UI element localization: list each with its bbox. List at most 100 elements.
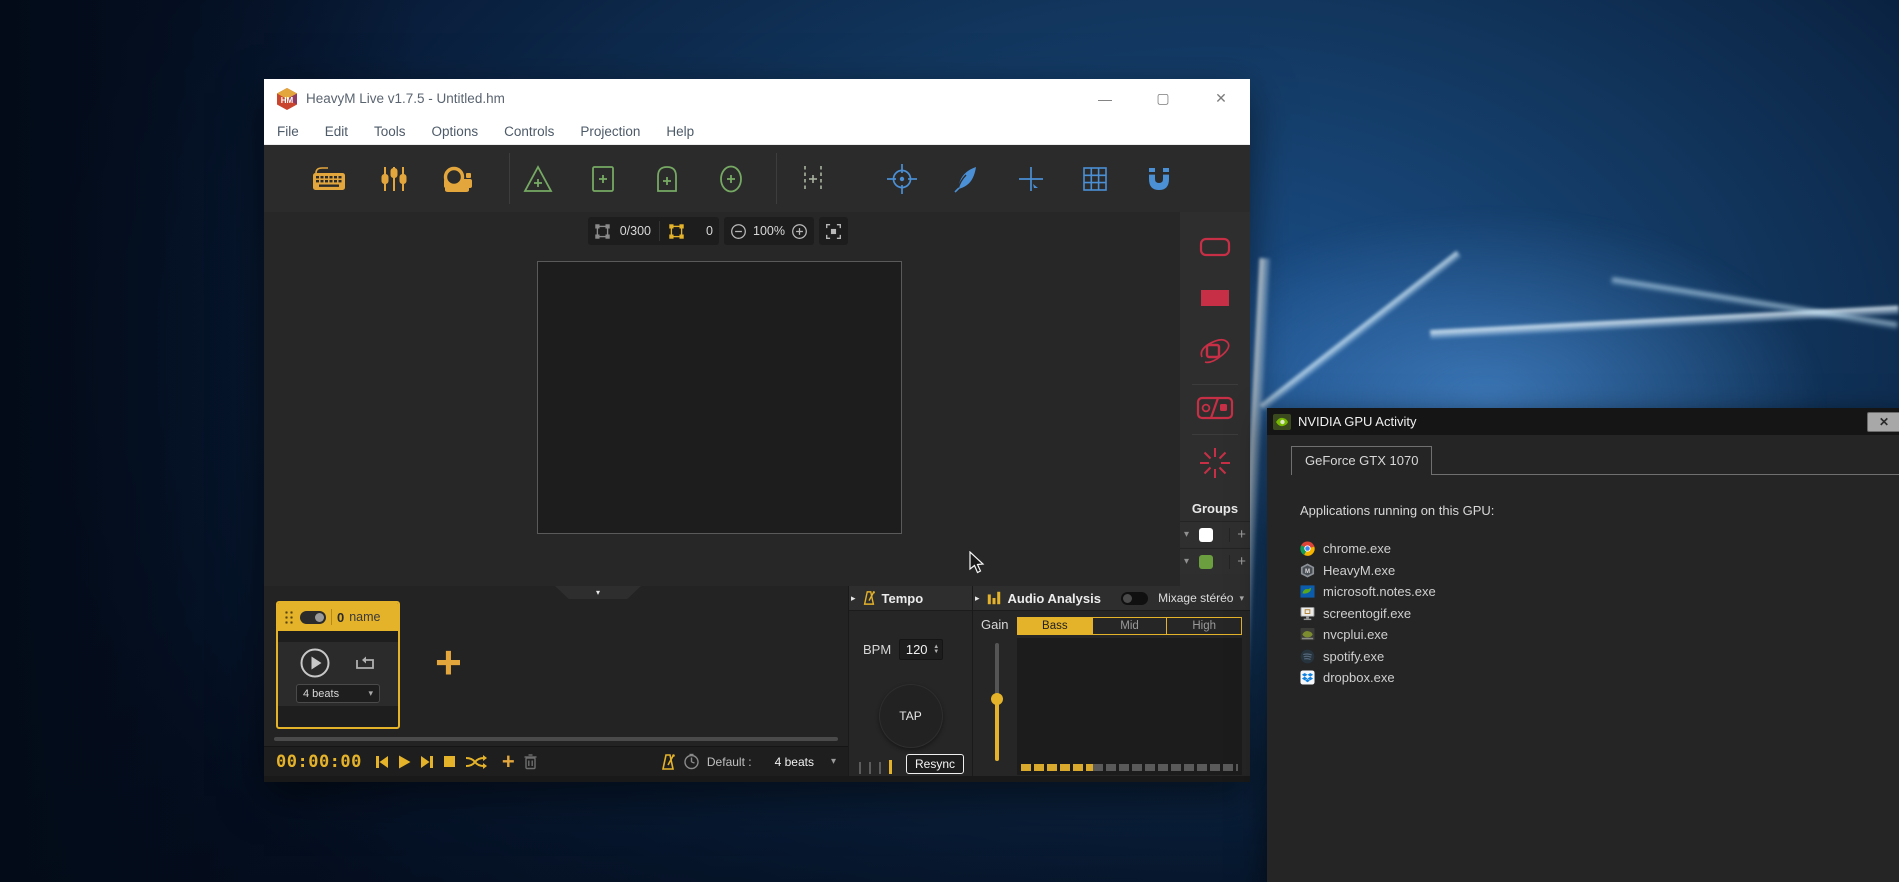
chevron-down-icon: ▾ (596, 588, 600, 597)
default-duration-value[interactable]: 4 beats (775, 755, 814, 769)
drag-handle-icon[interactable] (284, 610, 295, 625)
maximize-button[interactable]: ▢ (1134, 79, 1192, 118)
sequence-card[interactable]: 0 name (276, 601, 400, 729)
app-name: dropbox.exe (1323, 670, 1395, 685)
effects-tool-button[interactable] (1197, 445, 1233, 486)
group-color-swatch[interactable] (1199, 555, 1213, 569)
window-title: HeavyM Live v1.7.5 - Untitled.hm (306, 91, 1076, 106)
toolbar-separator (776, 153, 777, 204)
spectrum-display (1017, 638, 1242, 775)
grid-icon[interactable] (1079, 163, 1111, 195)
magnet-snap-icon[interactable] (1144, 164, 1174, 194)
collapse-panel-icon[interactable]: ▸ (975, 593, 980, 604)
menu-projection[interactable]: Projection (580, 124, 640, 139)
desktop: HM HeavyM Live v1.7.5 - Untitled.hm — ▢ … (0, 0, 1899, 882)
tap-label: TAP (899, 709, 921, 723)
add-ellipse-face-icon[interactable] (714, 162, 748, 196)
heavym-titlebar[interactable]: HM HeavyM Live v1.7.5 - Untitled.hm — ▢ … (264, 79, 1250, 118)
app-name: nvcplui.exe (1323, 627, 1388, 642)
chevron-down-icon[interactable]: ▾ (831, 756, 836, 767)
audio-source-select[interactable]: Mixage stéréo ▾ (1158, 591, 1244, 605)
menu-options[interactable]: Options (432, 124, 479, 139)
skip-forward-button[interactable] (419, 755, 435, 769)
sequence-toggle[interactable] (300, 611, 326, 624)
chevron-down-icon[interactable]: ▾ (1184, 556, 1198, 567)
close-button[interactable]: ✕ (1192, 79, 1250, 118)
audio-source-value: Mixage stéréo (1158, 591, 1233, 605)
trash-icon[interactable] (523, 753, 538, 770)
add-arch-face-icon[interactable] (650, 162, 684, 196)
zoom-in-icon[interactable] (791, 223, 808, 240)
chevron-down-icon[interactable]: ▾ (1184, 529, 1198, 540)
list-item: chrome.exe (1300, 538, 1436, 560)
stop-button[interactable] (443, 755, 456, 768)
mouse-cursor (969, 551, 986, 575)
group-row-green[interactable]: ▾ + (1180, 548, 1250, 574)
tab-bass[interactable]: Bass (1018, 618, 1093, 634)
group-row-white[interactable]: ▾ + (1180, 521, 1250, 547)
freehand-draw-icon[interactable] (950, 163, 982, 195)
fit-view-icon[interactable] (825, 223, 842, 240)
sequence-beats-select[interactable]: 4 beats ▾ (296, 684, 380, 703)
group-color-swatch[interactable] (1199, 528, 1213, 542)
audio-analysis-toggle[interactable] (1121, 592, 1148, 605)
app-name: spotify.exe (1323, 649, 1384, 664)
add-triangle-face-icon[interactable] (521, 162, 555, 196)
fill-tool-button[interactable] (1197, 286, 1233, 315)
add-sequence-transport-button[interactable]: + (502, 752, 515, 772)
gain-slider[interactable] (995, 643, 999, 761)
sequence-card-header[interactable]: 0 name (278, 603, 398, 631)
mapping-canvas[interactable]: 0/300 0 100% (264, 212, 1180, 586)
canvas-status-bar: 0/300 0 100% (588, 217, 848, 245)
skip-back-button[interactable] (374, 755, 390, 769)
menu-tools[interactable]: Tools (374, 124, 406, 139)
nvidia-titlebar[interactable]: NVIDIA GPU Activity ✕ (1267, 408, 1899, 435)
outline-tool-button[interactable] (1197, 234, 1233, 265)
collapse-panel-icon[interactable]: ▸ (851, 593, 856, 604)
bpm-value[interactable]: 120 (900, 642, 933, 657)
shuffle-button[interactable] (464, 754, 488, 770)
minimize-button[interactable]: — (1076, 79, 1134, 118)
sequence-scrollbar[interactable] (274, 737, 838, 741)
projector-icon[interactable] (440, 163, 476, 195)
add-to-group-button[interactable]: + (1229, 555, 1246, 569)
animation-tool-button[interactable] (1197, 335, 1233, 374)
faces-count-icon (594, 223, 611, 240)
add-sequence-icon[interactable] (797, 162, 829, 196)
gain-slider-knob[interactable] (991, 693, 1003, 705)
menu-file[interactable]: File (277, 124, 299, 139)
add-square-face-icon[interactable] (586, 162, 620, 196)
tab-high[interactable]: High (1167, 618, 1241, 634)
menu-controls[interactable]: Controls (504, 124, 554, 139)
projection-surface[interactable] (537, 261, 902, 534)
tap-tempo-button[interactable]: TAP (879, 684, 943, 748)
clock-icon (683, 753, 700, 770)
chrome-icon (1300, 541, 1315, 556)
close-button[interactable]: ✕ (1867, 412, 1899, 432)
audio-panel-title: Audio Analysis (1008, 591, 1101, 606)
bpm-down-icon[interactable]: ▼ (933, 650, 939, 655)
menu-edit[interactable]: Edit (325, 124, 348, 139)
zoom-out-icon[interactable] (730, 223, 747, 240)
gpu-tab[interactable]: GeForce GTX 1070 (1291, 446, 1432, 475)
screentogif-icon (1300, 606, 1315, 621)
transition-tool-button[interactable] (1195, 394, 1235, 427)
play-transport-button[interactable] (398, 755, 411, 769)
sequence-name[interactable]: name (349, 610, 380, 624)
menu-help[interactable]: Help (666, 124, 694, 139)
add-to-group-button[interactable]: + (1229, 528, 1246, 542)
keyboard-shortcuts-icon[interactable] (310, 164, 348, 194)
add-sequence-button[interactable]: + (435, 642, 462, 682)
metronome-icon (862, 590, 876, 606)
apps-running-label: Applications running on this GPU: (1300, 503, 1494, 518)
play-button[interactable] (299, 647, 331, 679)
bpm-input[interactable]: 120 ▲ ▼ (899, 639, 943, 660)
mixer-controls-icon[interactable] (379, 163, 409, 195)
panel-collapse-handle[interactable]: ▾ (555, 586, 641, 599)
metronome-icon[interactable] (660, 753, 676, 771)
tab-mid[interactable]: Mid (1093, 618, 1168, 634)
test-card-icon[interactable] (884, 161, 920, 197)
resync-button[interactable]: Resync (906, 754, 964, 774)
add-point-icon[interactable] (1015, 163, 1047, 195)
loop-button[interactable] (353, 652, 377, 674)
